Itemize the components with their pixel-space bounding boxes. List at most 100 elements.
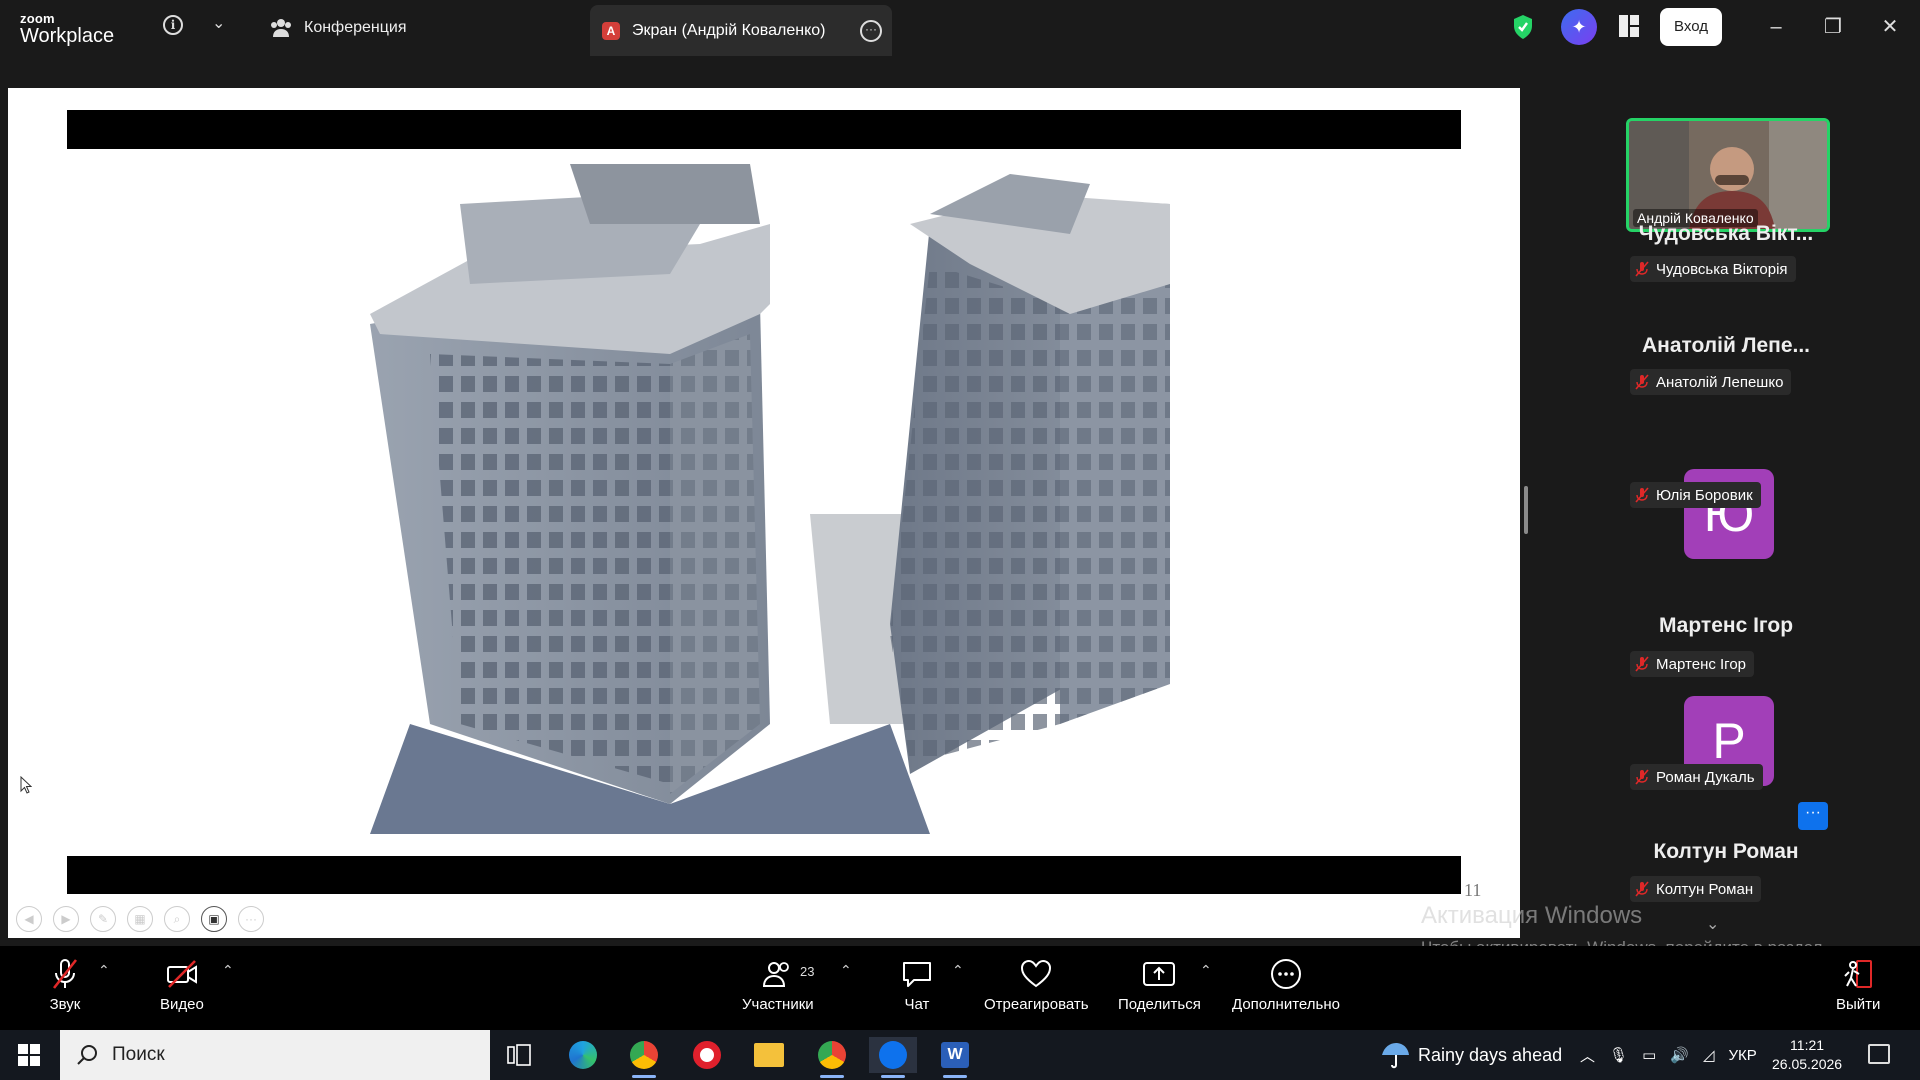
scroll-down-chevron-icon[interactable]: ⌄	[1706, 914, 1719, 934]
search-placeholder: Поиск	[112, 1044, 165, 1065]
more-options-icon[interactable]: ···	[860, 19, 882, 42]
zoom-app-icon[interactable]	[869, 1037, 917, 1078]
task-view-icon[interactable]	[495, 1037, 543, 1073]
participant-more-button[interactable]: ···	[1798, 802, 1828, 830]
video-label: Видео	[160, 996, 204, 1013]
file-explorer-icon[interactable]	[745, 1037, 793, 1073]
participant-tile-chudovska[interactable]: Чудовська Вікторія	[1630, 256, 1796, 282]
mouse-cursor-icon	[20, 776, 32, 794]
heart-icon	[1021, 959, 1052, 988]
presenter-avatar: A	[602, 21, 620, 40]
next-slide-icon[interactable]: ▶	[53, 906, 79, 932]
participant-tile-koltun[interactable]: Колтун Роман	[1630, 876, 1762, 902]
mic-muted-icon	[1635, 487, 1649, 503]
chat-caret-icon[interactable]: ⌃	[952, 962, 964, 979]
close-icon[interactable]: ✕	[1872, 10, 1908, 44]
participant-name-heading: Колтун Роман	[1653, 840, 1799, 863]
logo-workplace-text: Workplace	[20, 25, 115, 47]
pen-icon[interactable]: ✎	[90, 906, 116, 932]
login-button[interactable]: Вход	[1660, 8, 1722, 46]
minimize-icon[interactable]: –	[1758, 10, 1794, 44]
taskbar-clock[interactable]: 11:21 26.05.2026	[1772, 1036, 1842, 1074]
previous-slide-icon[interactable]: ◀	[16, 906, 42, 932]
audio-options-caret-icon[interactable]: ⌃	[98, 962, 110, 979]
chevron-down-icon[interactable]: ⌄	[212, 13, 225, 33]
more-button[interactable]: Дополнительно	[1232, 958, 1340, 1013]
people-icon	[271, 19, 291, 37]
microphone-icon[interactable]: 🎙	[1609, 1046, 1628, 1064]
edge-browser-icon[interactable]	[559, 1037, 607, 1073]
restore-icon[interactable]: ❐	[1815, 10, 1851, 44]
tab-screen-share[interactable]: A Экран (Андрій Коваленко) ···	[590, 5, 892, 56]
windows-taskbar: Поиск W Rainy days ahead ︿ 🎙 ▭ 🔊 ◿ УКР 1…	[0, 1030, 1920, 1080]
camera-icon[interactable]: ▣	[201, 906, 227, 932]
umbrella-rain-icon	[1382, 1043, 1409, 1069]
title-bar: zoom Workplace i ⌄ Конференция A Экран (…	[0, 0, 1920, 56]
windows-activation-title: Активация Windows	[1421, 902, 1643, 929]
chrome-browser-icon[interactable]	[620, 1037, 668, 1078]
participant-label: Анатолій Лепешко	[1656, 373, 1784, 391]
notification-center-icon[interactable]	[1868, 1044, 1890, 1064]
network-icon[interactable]: ◿	[1703, 1046, 1715, 1064]
leave-icon	[1844, 960, 1873, 988]
tab-conference[interactable]: Конференция	[270, 0, 407, 56]
search-icon	[77, 1045, 97, 1065]
meeting-toolbar: Звук ⌃ Видео ⌃ Участники 23 ⌃ Чат ⌃ Отре…	[0, 946, 1920, 1030]
react-button[interactable]: Отреагировать	[984, 958, 1089, 1013]
battery-icon[interactable]: ▭	[1642, 1046, 1656, 1064]
audio-label: Звук	[49, 996, 81, 1013]
panel-resize-handle[interactable]	[1524, 486, 1528, 534]
chrome-profile-icon[interactable]	[808, 1037, 856, 1078]
mic-muted-icon	[1635, 261, 1649, 277]
chat-button[interactable]: Чат	[900, 958, 934, 1013]
info-icon[interactable]: i	[163, 15, 183, 35]
security-shield-icon[interactable]	[1512, 14, 1534, 40]
word-app-icon[interactable]: W	[931, 1037, 979, 1078]
slide-toolbar: ◀ ▶ ✎ ▦ ⌕ ▣ ···	[16, 906, 264, 932]
more-icon	[1270, 959, 1301, 989]
clock-date: 26.05.2026	[1772, 1056, 1843, 1072]
chat-label: Чат	[904, 996, 930, 1013]
slide-letterbox-top	[67, 110, 1461, 149]
tray-overflow-chevron-icon[interactable]: ︿	[1580, 1045, 1595, 1066]
share-caret-icon[interactable]: ⌃	[1200, 962, 1212, 979]
leave-button[interactable]: Выйти	[1836, 958, 1880, 1013]
video-options-caret-icon[interactable]: ⌃	[222, 962, 234, 979]
weather-widget[interactable]: Rainy days ahead	[1380, 1030, 1562, 1080]
participant-tile-borovyk[interactable]: Юлія Боровик	[1630, 482, 1761, 508]
logo-zoom-text: zoom	[20, 11, 55, 26]
self-video-tile[interactable]: Андрій Коваленко	[1626, 118, 1830, 232]
share-button[interactable]: Поделиться	[1118, 958, 1201, 1013]
zoom-magnifier-icon[interactable]: ⌕	[164, 906, 190, 932]
tab-conference-label: Конференция	[304, 19, 407, 36]
weather-text: Rainy days ahead	[1418, 1044, 1563, 1065]
video-off-icon	[166, 960, 197, 988]
slide-page-number: 11	[1464, 880, 1482, 900]
view-layout-icon[interactable]	[1619, 15, 1639, 37]
participants-label: Участники	[742, 996, 814, 1013]
participant-tile-dukal[interactable]: Роман Дукаль	[1630, 764, 1763, 790]
chat-icon	[903, 962, 931, 987]
participants-caret-icon[interactable]: ⌃	[840, 962, 852, 979]
clock-time: 11:21	[1790, 1037, 1825, 1053]
mic-muted-icon	[52, 959, 78, 989]
video-button[interactable]: Видео	[160, 958, 204, 1013]
react-label: Отреагировать	[984, 996, 1089, 1013]
windows-start-icon[interactable]	[18, 1044, 40, 1066]
participant-label: Мартенс Ігор	[1656, 655, 1747, 673]
volume-icon[interactable]: 🔊	[1670, 1046, 1689, 1064]
participant-name-heading: Чудовська Вікт...	[1638, 222, 1814, 245]
participant-tile-martens[interactable]: Мартенс Ігор	[1630, 651, 1755, 677]
more-label: Дополнительно	[1232, 996, 1340, 1013]
ai-companion-icon[interactable]: ✦	[1561, 9, 1597, 45]
taskbar-search-input[interactable]: Поиск	[60, 1030, 490, 1080]
participant-tile-lepeshko[interactable]: Анатолій Лепешко	[1630, 369, 1792, 395]
audio-button[interactable]: Звук	[48, 958, 82, 1013]
more-slide-options-icon[interactable]: ···	[238, 906, 264, 932]
participant-label: Роман Дукаль	[1656, 768, 1755, 786]
participants-count: 23	[800, 964, 815, 979]
opera-browser-icon[interactable]	[683, 1037, 731, 1073]
slides-grid-icon[interactable]: ▦	[127, 906, 153, 932]
language-indicator[interactable]: УКР	[1728, 1047, 1756, 1064]
tab-screen-share-label: Экран (Андрій Коваленко)	[632, 21, 826, 39]
